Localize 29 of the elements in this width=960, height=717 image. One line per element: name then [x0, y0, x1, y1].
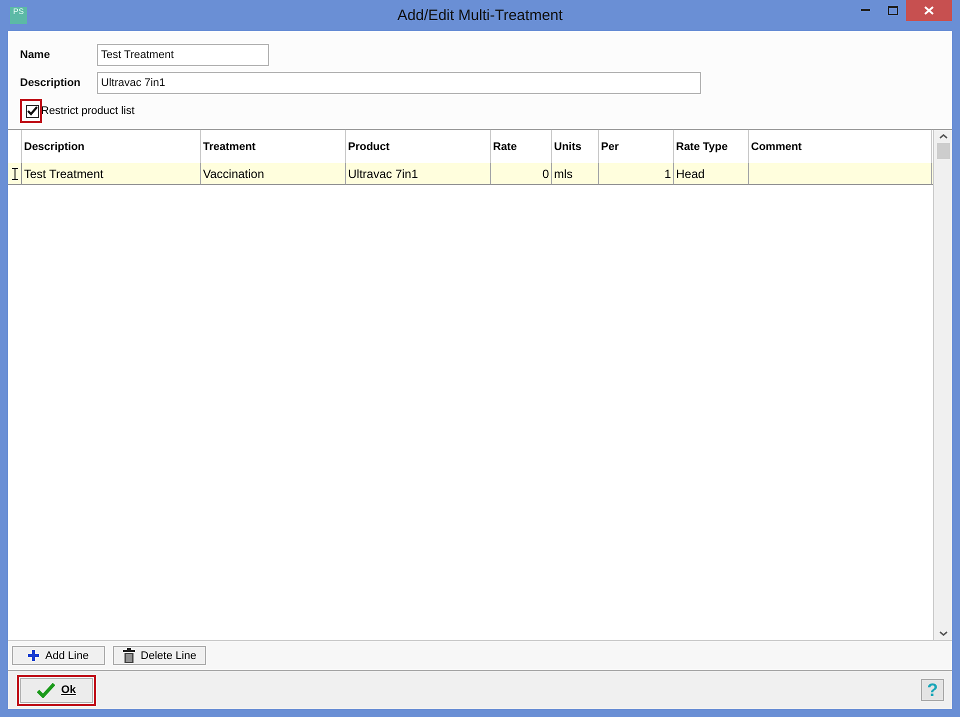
checkmark-icon [37, 682, 56, 698]
scroll-up-icon[interactable] [938, 134, 948, 139]
description-field[interactable]: Ultravac 7in1 [97, 72, 701, 94]
description-label: Description [20, 77, 82, 89]
maximize-icon [888, 6, 898, 15]
name-label: Name [20, 49, 51, 61]
restrict-checkbox[interactable] [26, 104, 39, 118]
minimize-icon [861, 9, 870, 12]
ok-button[interactable]: Ok [20, 678, 93, 702]
table-cell: Head [674, 163, 749, 184]
app-logo: PS [10, 7, 27, 24]
table-cell: Vaccination [201, 163, 346, 184]
close-icon [924, 6, 934, 15]
window-title: Add/Edit Multi-Treatment [397, 7, 563, 24]
close-button[interactable] [906, 0, 952, 21]
table-cell: Test Treatment [22, 163, 201, 184]
plus-icon [28, 650, 40, 661]
scrollbar[interactable] [934, 130, 952, 640]
name-field[interactable]: Test Treatment [97, 44, 269, 66]
table-cell: Ultravac 7in1 [346, 163, 491, 184]
delete-line-button[interactable]: Delete Line [113, 646, 206, 665]
table-cell: 0 [491, 163, 552, 184]
add-line-button[interactable]: Add Line [12, 646, 105, 665]
checkbox-label: Restrict product list [41, 105, 135, 117]
table-cell: mls [552, 163, 599, 184]
scroll-thumb[interactable] [936, 143, 950, 159]
trash-icon [122, 648, 135, 663]
table-cell: 1 [599, 163, 674, 184]
scroll-down-icon[interactable] [938, 631, 948, 636]
